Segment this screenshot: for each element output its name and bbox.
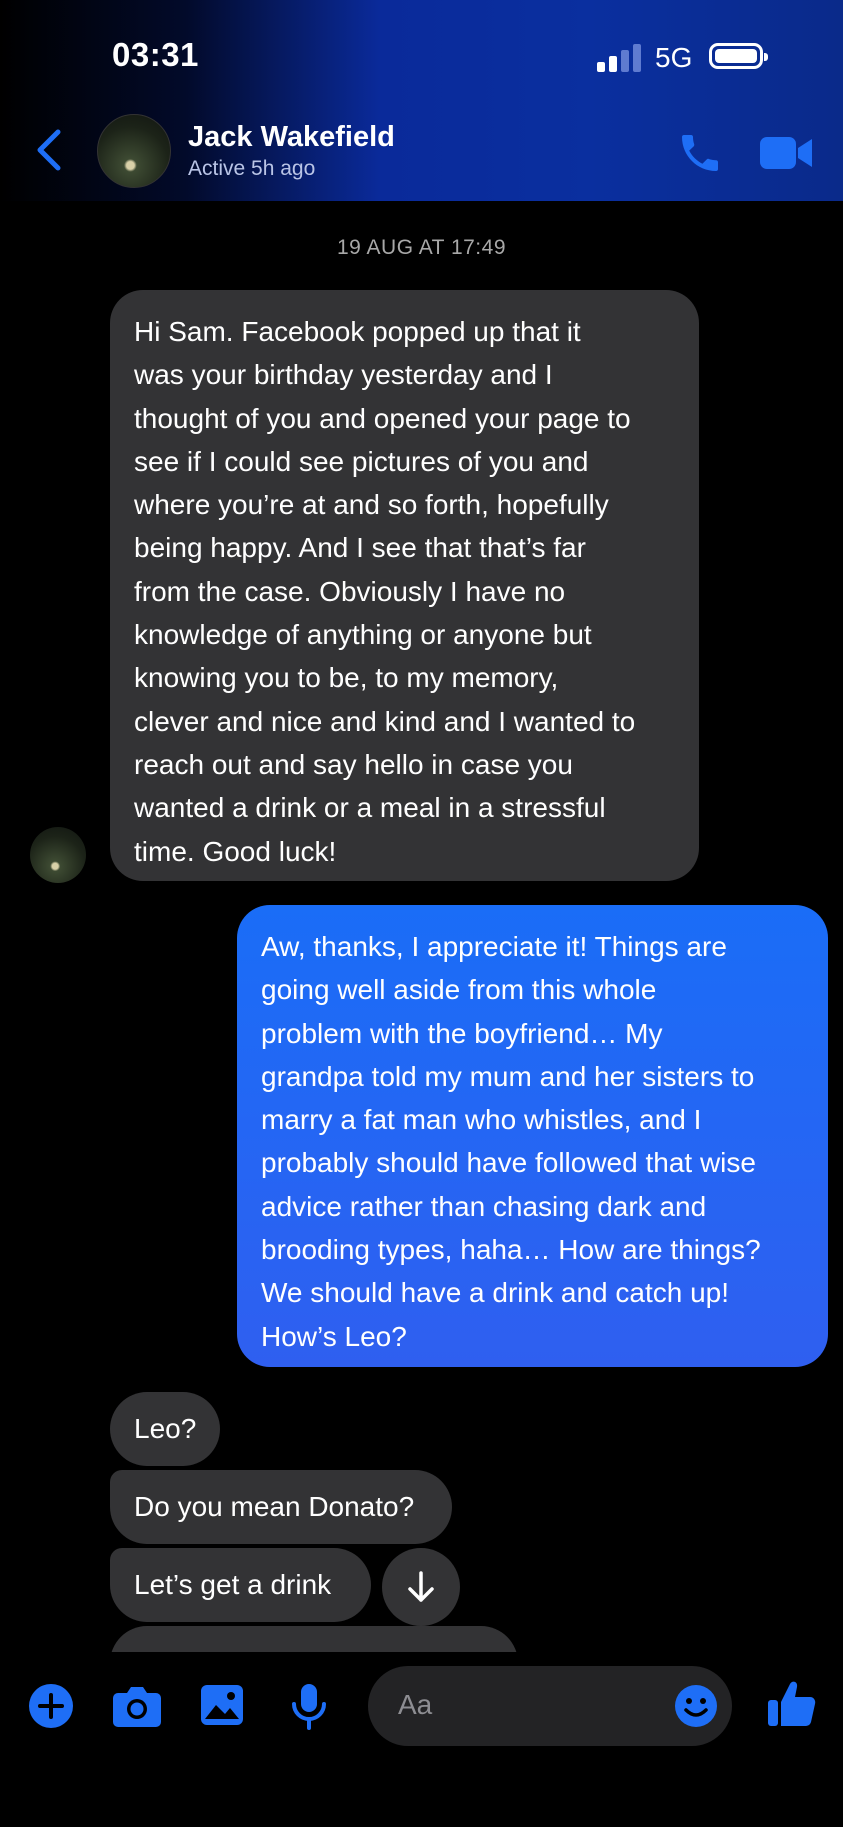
emoji-icon[interactable] xyxy=(674,1684,718,1728)
message-timestamp: 19 AUG AT 17:49 xyxy=(337,236,506,259)
contact-status: Active 5h ago xyxy=(188,157,316,180)
thumbs-up-icon[interactable] xyxy=(766,1678,818,1730)
camera-icon[interactable] xyxy=(112,1683,162,1729)
cellular-signal-icon xyxy=(597,44,641,72)
incoming-message[interactable]: Leo? xyxy=(110,1392,220,1466)
photo-gallery-icon[interactable] xyxy=(199,1683,245,1727)
outgoing-message[interactable]: Aw, thanks, I appreciate it! Things are … xyxy=(237,905,828,1367)
battery-icon xyxy=(709,43,768,69)
conversation-header: 03:31 5G Jack Wakefield Active 5h ago xyxy=(0,0,843,201)
add-icon[interactable] xyxy=(28,1683,74,1729)
phone-icon[interactable] xyxy=(676,129,724,177)
contact-avatar[interactable] xyxy=(97,114,171,188)
sender-avatar[interactable] xyxy=(30,827,86,883)
incoming-message[interactable]: Hi Sam. Facebook popped up that it was y… xyxy=(110,290,699,881)
microphone-icon[interactable] xyxy=(290,1682,328,1730)
arrow-down-icon xyxy=(408,1571,434,1602)
message-input[interactable]: Aa xyxy=(368,1666,732,1746)
back-button[interactable] xyxy=(30,128,70,172)
contact-name[interactable]: Jack Wakefield xyxy=(188,121,395,154)
scroll-to-bottom-button[interactable] xyxy=(382,1548,460,1626)
network-type: 5G xyxy=(655,42,693,73)
incoming-message[interactable]: Do you mean Donato? xyxy=(110,1470,452,1544)
video-camera-icon[interactable] xyxy=(758,133,814,173)
message-input-placeholder: Aa xyxy=(398,1689,433,1720)
incoming-message[interactable]: Let’s get a drink xyxy=(110,1548,371,1622)
status-time: 03:31 xyxy=(112,36,199,73)
